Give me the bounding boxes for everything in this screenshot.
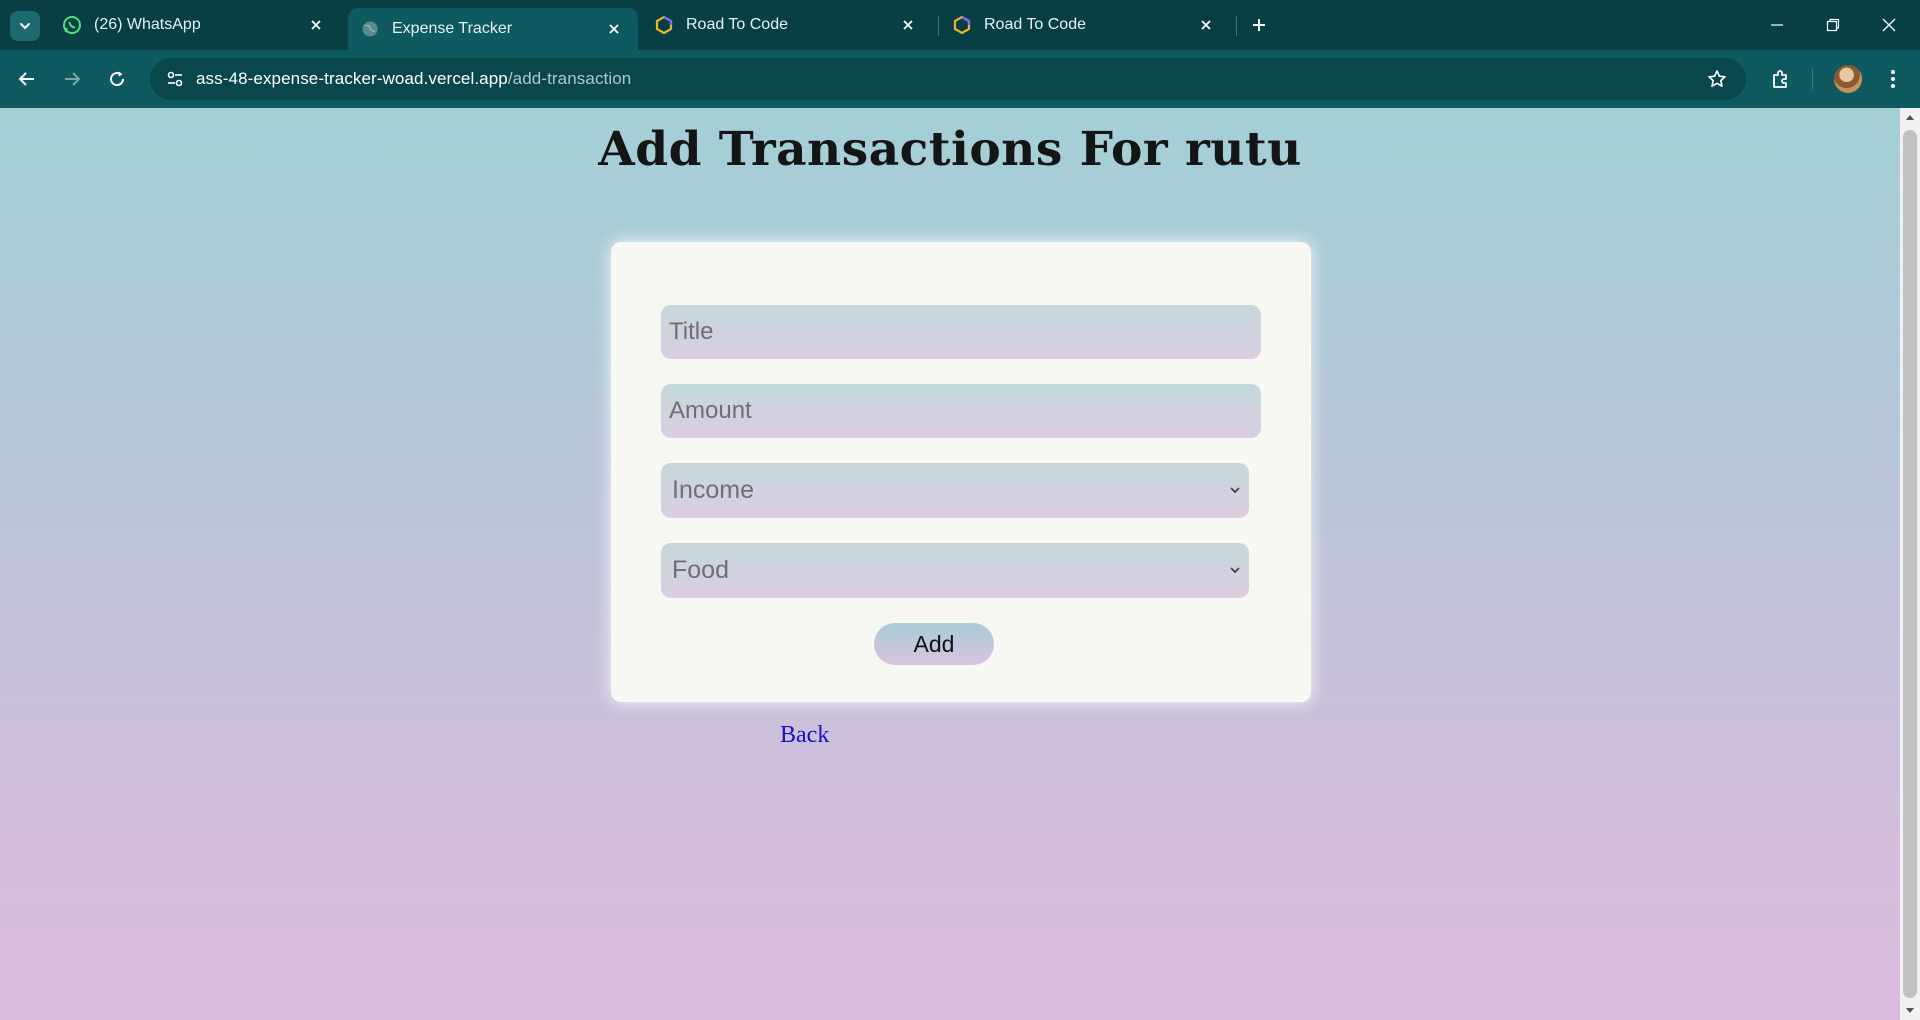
globe-icon [360,19,380,39]
new-tab-button[interactable] [1246,12,1272,38]
extensions-button[interactable] [1766,64,1796,94]
tab-road-to-code[interactable]: Road To Code [642,6,932,44]
chevron-down-icon [20,23,30,30]
reload-button[interactable] [102,64,132,94]
url-host: ass-48-expense-tracker-woad.vercel.app [196,69,508,88]
category-select[interactable]: Food [661,543,1249,598]
forward-button[interactable] [57,64,87,94]
arrow-right-icon [65,72,81,86]
tab-separator [1236,16,1237,36]
close-icon[interactable] [306,15,326,35]
url-text: ass-48-expense-tracker-woad.vercel.app/a… [196,69,631,89]
address-bar[interactable]: ass-48-expense-tracker-woad.vercel.app/a… [150,58,1746,100]
profile-avatar[interactable] [1834,65,1862,93]
scroll-down-arrow-icon[interactable] [1905,1006,1915,1016]
type-select[interactable]: Income [661,463,1249,518]
bookmark-star-icon[interactable] [1702,64,1732,94]
back-link[interactable]: Back [780,722,829,749]
tab-title: Expense Tracker [392,20,513,37]
close-window-button[interactable] [1876,12,1902,38]
browser-toolbar: ass-48-expense-tracker-woad.vercel.app/a… [0,50,1920,108]
plus-icon [1253,19,1265,31]
toolbar-separator [1812,69,1813,89]
tab-whatsapp[interactable]: (26) WhatsApp [50,6,340,44]
page-title: Add Transactions For rutu [598,122,1302,177]
close-icon[interactable] [604,19,624,39]
tab-separator [938,16,939,36]
close-icon[interactable] [1196,15,1216,35]
back-button[interactable] [12,64,42,94]
add-button[interactable]: Add [874,623,994,665]
url-path: /add-transaction [507,69,632,88]
tab-strip: (26) WhatsApp Expense Tracker Road To Co… [0,0,1920,50]
tab-road-to-code[interactable]: Road To Code [940,6,1230,44]
puzzle-icon [1773,70,1787,88]
close-icon [1882,18,1896,32]
hexagon-logo-icon [654,15,674,35]
close-icon[interactable] [898,15,918,35]
tab-title: Road To Code [686,16,788,33]
menu-button[interactable] [1878,64,1908,94]
amount-input[interactable]: Amount [661,384,1261,438]
restore-button[interactable] [1820,12,1846,38]
hexagon-logo-icon [952,15,972,35]
minimize-button[interactable] [1764,12,1790,38]
kebab-menu-icon [1891,70,1895,88]
tab-title: Road To Code [984,16,1086,33]
arrow-left-icon [18,72,34,86]
tab-title: (26) WhatsApp [94,16,201,33]
minimize-icon [1771,24,1783,26]
vertical-scrollbar[interactable] [1900,108,1920,1020]
add-transaction-form: Title Amount Income Food Add [611,242,1311,702]
category-select-value: Food [672,556,729,584]
tab-search-button[interactable] [10,11,40,41]
restore-icon [1826,18,1840,32]
chevron-down-icon [1227,482,1243,498]
title-input[interactable]: Title [661,305,1261,359]
scroll-up-arrow-icon[interactable] [1905,112,1915,122]
site-info-icon[interactable] [158,64,192,94]
type-select-value: Income [672,476,754,504]
whatsapp-icon [62,15,82,35]
tab-expense-tracker[interactable]: Expense Tracker [348,8,638,50]
reload-icon [110,71,125,87]
page-viewport: Add Transactions For rutu Title Amount I… [0,108,1900,1020]
scrollbar-thumb[interactable] [1903,130,1917,998]
chevron-down-icon [1227,562,1243,578]
